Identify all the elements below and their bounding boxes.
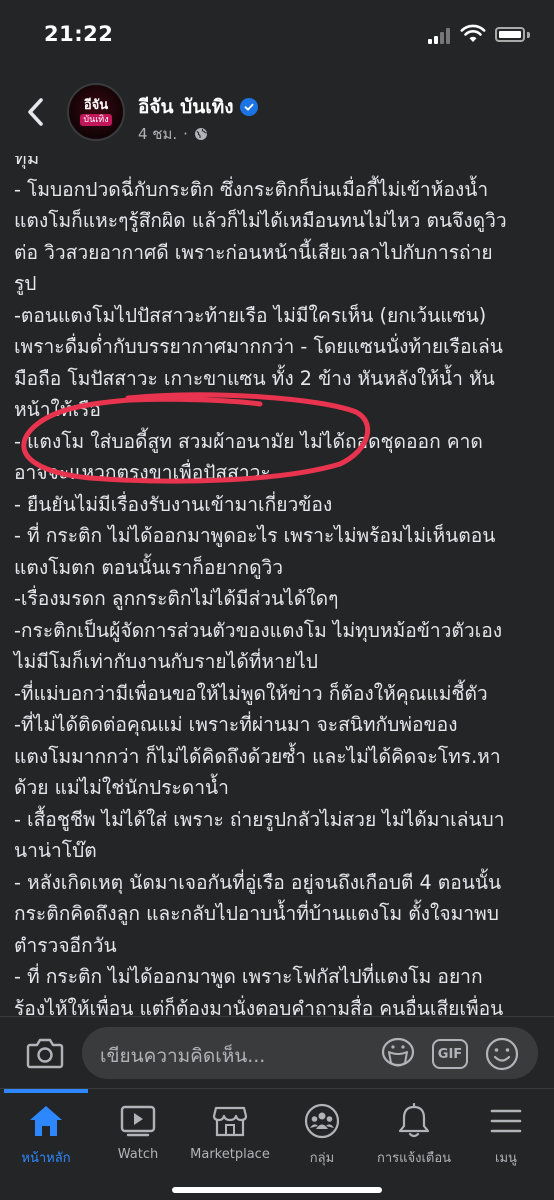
tab-notifications[interactable]: การแจ้งเตือน xyxy=(368,1089,460,1189)
post-text-line: ด้วย แม่ไม่ใช่นักประดาน้ำ xyxy=(14,776,229,799)
post-text-line: - ที่ กระติก ไม่ได้ออกมาพูดอะไร เพราะไม่… xyxy=(14,524,496,547)
marketplace-icon xyxy=(210,1103,250,1139)
tab-groups-label: กลุ่ม xyxy=(309,1151,335,1166)
comment-input[interactable]: เขียนความคิดเห็น... GIF xyxy=(82,1027,538,1079)
post-text-line: -กระติกเป็นผู้จัดการส่วนตัวของแตงโม ไม่ท… xyxy=(14,618,503,642)
post-text: ทุ่ม - โมบอกปวดฉี่กับกระติก ซึ่งกระติกก็บ… xyxy=(14,156,544,1016)
post-text-line: นาน่าโบ๊ต xyxy=(14,839,97,862)
page-name: อีจัน บันเทิง xyxy=(138,96,234,118)
page-avatar[interactable]: อีจัน บันเทิง xyxy=(67,83,125,141)
post-text-line: ต่อ วิวสวยอากาศดี เพราะก่อนหน้านี้เสียเว… xyxy=(14,240,493,264)
post-meta: 4 ชม. · xyxy=(138,122,208,146)
gif-button[interactable]: GIF xyxy=(432,1039,468,1069)
groups-icon xyxy=(302,1103,342,1139)
chevron-left-icon xyxy=(28,98,43,126)
tab-groups[interactable]: กลุ่ม xyxy=(276,1089,368,1189)
tab-watch[interactable]: Watch xyxy=(92,1089,184,1189)
tab-notifications-label: การแจ้งเตือน xyxy=(376,1151,452,1166)
menu-icon xyxy=(486,1103,526,1139)
post-text-line: แตงโมมากกว่า ก็ไม่ได้คิดถึงด้วยซ้ำ และไม… xyxy=(14,744,501,768)
back-button[interactable] xyxy=(18,92,52,132)
tab-menu[interactable]: เมนู xyxy=(460,1089,552,1189)
camera-button[interactable] xyxy=(24,1033,66,1073)
post-text-line: -ตอนแตงโมไปปัสสาวะท้ายเรือ ไม่มีใครเห็น … xyxy=(14,303,487,327)
tab-menu-label: เมนู xyxy=(495,1151,517,1166)
post-text-line: - ที่ กระติก ไม่ได้ออกมาพูด เพราะโฟกัสไป… xyxy=(14,965,483,988)
post-text-line: มือถือ โมปัสสาวะ เกาะขาแซน ทั้ง 2 ข้าง ห… xyxy=(14,366,495,390)
cellular-signal-icon xyxy=(428,28,452,44)
bottom-tab-bar: หน้าหลัก Watch Marketplace กลุ่ม การแจ้ง… xyxy=(0,1088,554,1200)
post-text-line: แตงโมก็แหะๆรู้สึกผิด แล้วก็ไม่ได้เหมือนท… xyxy=(14,209,507,232)
post-text-line: กระติกคิดถึงลูก และกลับไปอาบน้ำที่บ้านแต… xyxy=(14,902,499,925)
battery-tip xyxy=(527,32,530,38)
post-text-line: หน้าให้เรือ xyxy=(14,398,101,421)
post-content: ทุ่ม - โมบอกปวดฉี่กับกระติก ซึ่งกระติกก็บ… xyxy=(0,156,554,1016)
post-text-line: ไม่มีโมก็เท่ากับงานกับรายได้ที่หายไป xyxy=(14,650,318,673)
post-header: อีจัน บันเทิง อีจัน บันเทิง 4 ชม. · xyxy=(0,72,554,156)
tab-marketplace[interactable]: Marketplace xyxy=(184,1089,276,1189)
post-text-line: -ที่ไม่ได้ติดต่อคุณแม่ เพราะที่ผ่านมา จะ… xyxy=(14,713,458,736)
post-timestamp[interactable]: 4 ชม. xyxy=(138,122,177,146)
post-text-line: - ยืนยันไม่มีเรื่องรับงานเข้ามาเกี่ยวข้อ… xyxy=(14,492,333,516)
watch-icon xyxy=(118,1103,158,1139)
verified-badge-icon xyxy=(239,98,258,116)
comment-bar: เขียนความคิดเห็น... GIF xyxy=(0,1016,554,1088)
avatar-logo-subtext: บันเทิง xyxy=(80,113,112,126)
dot-separator: · xyxy=(183,125,188,143)
post-text-line: - แตงโม ใส่บอดี้สูท สวมผ้าอนามัย ไม่ได้ถ… xyxy=(14,429,483,453)
tab-home[interactable]: หน้าหลัก xyxy=(0,1089,92,1189)
tab-marketplace-label: Marketplace xyxy=(190,1147,270,1162)
wifi-icon xyxy=(460,24,486,42)
camera-icon xyxy=(26,1038,64,1069)
post-text-line: ร้องไห้ให้เพื่อน แต่ก็ต้องมานั่งตอบคำถาม… xyxy=(14,996,504,1017)
post-text-line: - เสื้อชูชีพ ไม่ได้ใส่ เพราะ ถ่ายรูปกลัว… xyxy=(14,807,505,831)
post-text-line: ทุ่ม xyxy=(14,156,40,169)
post-text-line: -เรื่องมรดก ลูกกระติกไม่ได้มีส่วนได้ใดๆ xyxy=(14,587,339,610)
status-time: 21:22 xyxy=(44,22,114,46)
avatar-logo-text: อีจัน xyxy=(83,97,109,113)
tab-watch-label: Watch xyxy=(117,1147,159,1162)
post-text-line: - หลังเกิดเหตุ นัดมาเจอกันที่อู่เรือ อยู… xyxy=(14,870,502,894)
post-text-line: - โมบอกปวดฉี่กับกระติก ซึ่งกระติกก็บ่นเม… xyxy=(14,177,489,201)
post-text-line: อาจจะแหวกตรงขาเพื่อปัสสาวะ xyxy=(14,461,271,484)
home-indicator xyxy=(172,1187,382,1193)
battery-icon xyxy=(495,27,525,42)
sticker-icon[interactable] xyxy=(380,1036,416,1070)
bell-icon xyxy=(394,1103,434,1139)
page-name-link[interactable]: อีจัน บันเทิง xyxy=(138,92,258,122)
post-text-line: -ที่แม่บอกว่ามีเพื่อนขอให้ไม่พูดให้ข่าว … xyxy=(14,681,488,705)
post-text-line: แตงโมตก ตอนนั้นเราก็อยากดูวิว xyxy=(14,555,284,579)
post-text-line: เพราะดื่มด่ำกับบรรยากาศมากกว่า - โดยแซนน… xyxy=(14,335,503,358)
home-icon xyxy=(26,1103,66,1139)
globe-icon xyxy=(194,128,207,140)
comment-placeholder: เขียนความคิดเห็น... xyxy=(100,1045,266,1067)
status-bar: 21:22 xyxy=(0,0,554,72)
post-text-line: รูป xyxy=(14,272,37,295)
tab-home-label: หน้าหลัก xyxy=(21,1151,71,1166)
post-text-line: ตำรวจอีกวัน xyxy=(14,933,117,957)
emoji-icon[interactable] xyxy=(484,1036,520,1072)
